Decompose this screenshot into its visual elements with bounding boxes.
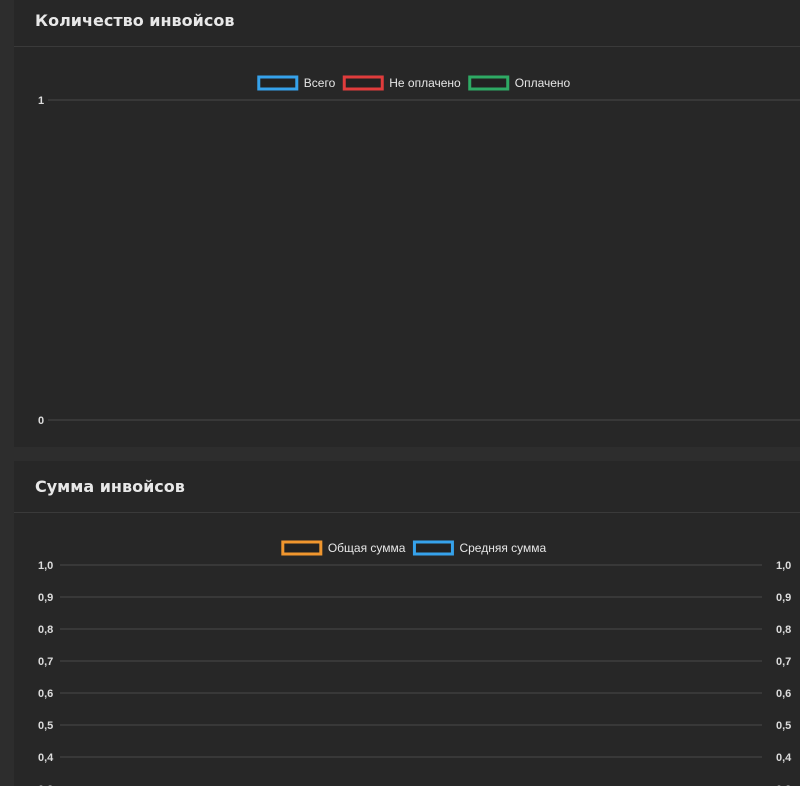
invoice-count-header: Количество инвойсов xyxy=(14,0,800,47)
legend-swatch xyxy=(281,540,323,556)
legend-item[interactable]: Всего xyxy=(257,75,336,91)
legend-label: Не оплачено xyxy=(389,76,461,90)
y-tick-label-left: 0,5 xyxy=(38,720,53,732)
y-tick-label-left: 1,0 xyxy=(38,560,53,572)
invoice-count-panel: Количество инвойсов 01 Всего Не оплачено О… xyxy=(14,0,800,447)
y-tick-label: 1 xyxy=(38,95,44,107)
legend-item[interactable]: Не оплачено xyxy=(342,75,461,91)
dashboard-page: Количество инвойсов 01 Всего Не оплачено О… xyxy=(0,0,800,786)
y-tick-label-right: 0,7 xyxy=(776,656,791,668)
chart-legend: Всего Не оплачено Оплачено xyxy=(257,75,571,91)
legend-swatch xyxy=(257,75,299,91)
legend-swatch xyxy=(412,540,454,556)
y-tick-label-right: 1,0 xyxy=(776,560,791,572)
legend-swatch xyxy=(468,75,510,91)
chart-legend: Общая сумма Средняя сумма xyxy=(281,540,547,556)
y-tick-label-right: 0,4 xyxy=(776,752,792,764)
y-tick-label-left: 0,9 xyxy=(38,592,53,604)
chart-y-axis: 01 xyxy=(38,95,44,427)
legend-item[interactable]: Оплачено xyxy=(468,75,571,91)
chart-grid xyxy=(60,564,762,758)
y-tick-label-right: 0,9 xyxy=(776,592,791,604)
legend-label: Всего xyxy=(304,76,336,90)
legend-label: Общая сумма xyxy=(328,541,406,555)
invoice-sum-panel: Сумма инвойсов 1,00,90,80,70,60,50,40,3 … xyxy=(14,461,800,786)
invoice-sum-header: Сумма инвойсов xyxy=(14,461,800,513)
y-tick-label-left: 0,6 xyxy=(38,688,53,700)
chart-grid xyxy=(48,99,800,421)
legend-item[interactable]: Средняя сумма xyxy=(412,540,547,556)
y-tick-label-right: 0,5 xyxy=(776,720,791,732)
legend-swatch xyxy=(342,75,384,91)
invoice-sum-title: Сумма инвойсов xyxy=(35,477,185,496)
legend-label: Оплачено xyxy=(515,76,571,90)
y-tick-label: 0 xyxy=(38,415,44,427)
y-tick-label-left: 0,7 xyxy=(38,656,53,668)
invoice-sum-chart: 1,00,90,80,70,60,50,40,3 1,00,90,80,70,6… xyxy=(38,540,792,786)
invoice-count-title: Количество инвойсов xyxy=(35,11,235,30)
y-tick-label-left: 0,8 xyxy=(38,624,53,636)
y-tick-label-right: 0,6 xyxy=(776,688,791,700)
chart-y-axis-left: 1,00,90,80,70,60,50,40,3 xyxy=(38,560,54,786)
invoice-count-chart: 01 Всего Не оплачено Оплачено xyxy=(38,75,800,427)
y-tick-label-right: 0,8 xyxy=(776,624,791,636)
chart-y-axis-right: 1,00,90,80,70,60,50,40,3 xyxy=(776,560,792,786)
legend-label: Средняя сумма xyxy=(459,541,546,555)
y-tick-label-left: 0,4 xyxy=(38,752,54,764)
legend-item[interactable]: Общая сумма xyxy=(281,540,406,556)
